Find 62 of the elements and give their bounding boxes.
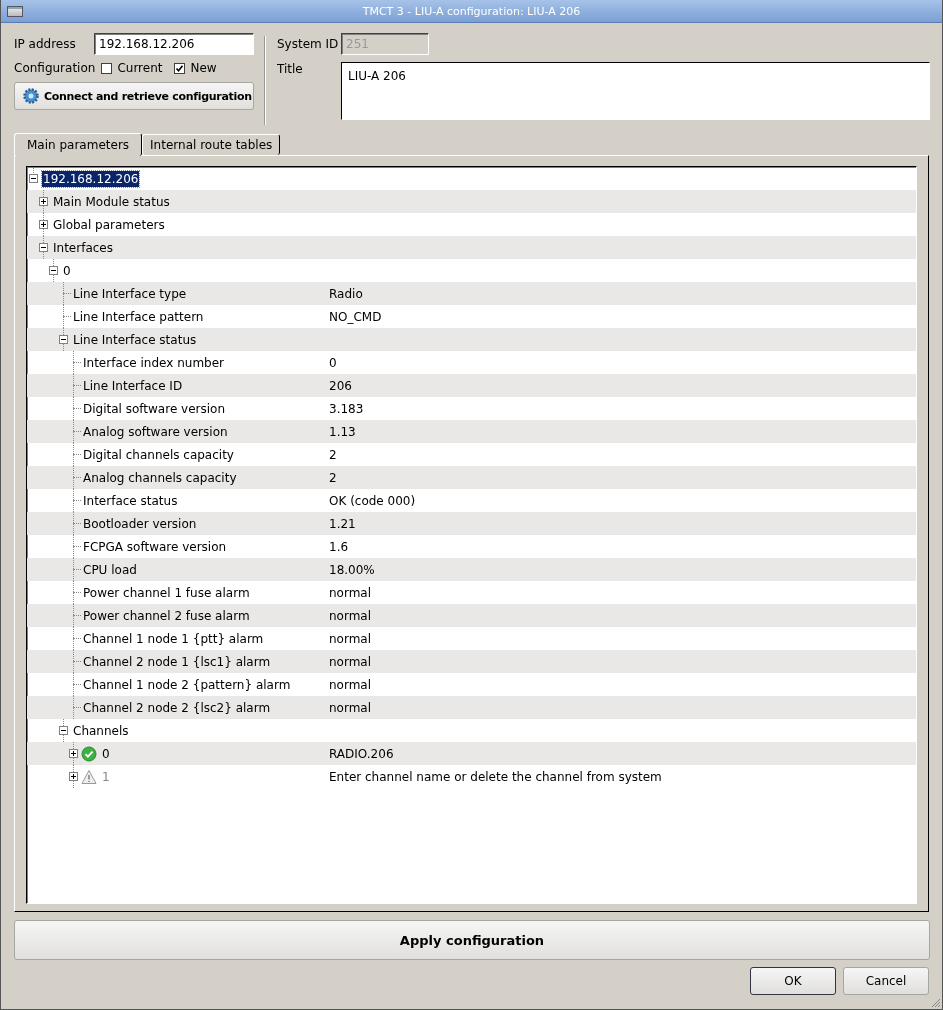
tree-item[interactable]: Bootloader version [82,515,198,532]
tree-item[interactable]: 0 [62,262,72,279]
title-field[interactable]: LIU-A 206 [341,62,930,120]
window-title: TMCT 3 - LIU-A configuration: LIU-A 206 [362,4,582,18]
value-text: normal [329,608,372,623]
value-text: normal [329,631,372,646]
connect-button[interactable]: Connect and retrieve configuration [14,82,254,110]
field-label: Title [277,62,304,78]
tree-item[interactable]: Analog channels capacity [82,469,238,486]
system-id-field: 251 [341,33,429,55]
tree-item[interactable]: Main Module status [52,193,171,210]
tree-item[interactable]: Line Interface pattern [72,308,205,325]
value-text: 1.21 [329,516,356,531]
value-text: NO_CMD [329,309,382,324]
field-label: Configuration [14,61,96,75]
value-text: normal [329,677,372,692]
value-text: 3.183 [329,401,364,416]
value-text: 0 [329,355,337,370]
tree-item[interactable]: 192.168.12.206 [42,170,140,187]
tab[interactable]: Main parameters [14,133,143,156]
tree-item[interactable]: Interface index number [82,354,226,371]
tab[interactable]: Internal route tables [142,134,281,155]
tree-item[interactable]: Power channel 1 fuse alarm [82,584,251,601]
tree-item[interactable]: Digital software version [82,400,227,417]
field-label: IP address [14,37,77,51]
apply-button[interactable]: Apply configuration [14,920,930,960]
ip-address-field[interactable]: 192.168.12.206 [94,33,254,55]
value-text: Radio [329,286,363,301]
tree-item[interactable]: Channel 1 node 2 {pattern} alarm [82,676,292,693]
value-text: 18.00% [329,562,375,577]
dialog-button[interactable]: Cancel [843,967,929,995]
value-text: 2 [329,447,337,462]
tree-item[interactable]: Interfaces [52,239,114,256]
value-text: normal [329,700,372,715]
tree-item[interactable]: CPU load [82,561,138,578]
tree-item[interactable]: Channel 2 node 2 {lsc2} alarm [82,699,272,716]
tree-item[interactable]: Channels [72,722,130,739]
value-text: normal [329,585,372,600]
tree-item[interactable]: Line Interface status [72,331,198,348]
tree-item[interactable]: Global parameters [52,216,166,233]
value-text: OK (code 000) [329,493,416,508]
value-text: Enter channel name or delete the channel from system [329,769,662,784]
value-text: RADIO.206 [329,746,394,761]
tree-item[interactable]: Line Interface type [72,285,188,302]
field-label: System ID [277,37,340,51]
dialog-button[interactable]: OK [750,967,836,995]
value-text: 1.13 [329,424,356,439]
tree-item[interactable]: Interface status [82,492,179,509]
tree-item[interactable]: Channel 1 node 1 {ptt} alarm [82,630,265,647]
tree-item[interactable]: FCPGA software version [82,538,228,555]
tree-item[interactable]: Power channel 2 fuse alarm [82,607,251,624]
checkbox-label: New [190,61,217,75]
checkbox-label: Current [117,61,163,75]
value-text: normal [329,654,372,669]
value-text: 206 [329,378,352,393]
value-text: 1.6 [329,539,349,554]
tree-item[interactable]: Line Interface ID [82,377,184,394]
tree-item[interactable]: Analog software version [82,423,229,440]
tree-item[interactable]: Digital channels capacity [82,446,235,463]
tree-item[interactable]: 0 [101,745,111,762]
value-text: 2 [329,470,337,485]
tree-item[interactable]: Channel 2 node 1 {lsc1} alarm [82,653,272,670]
